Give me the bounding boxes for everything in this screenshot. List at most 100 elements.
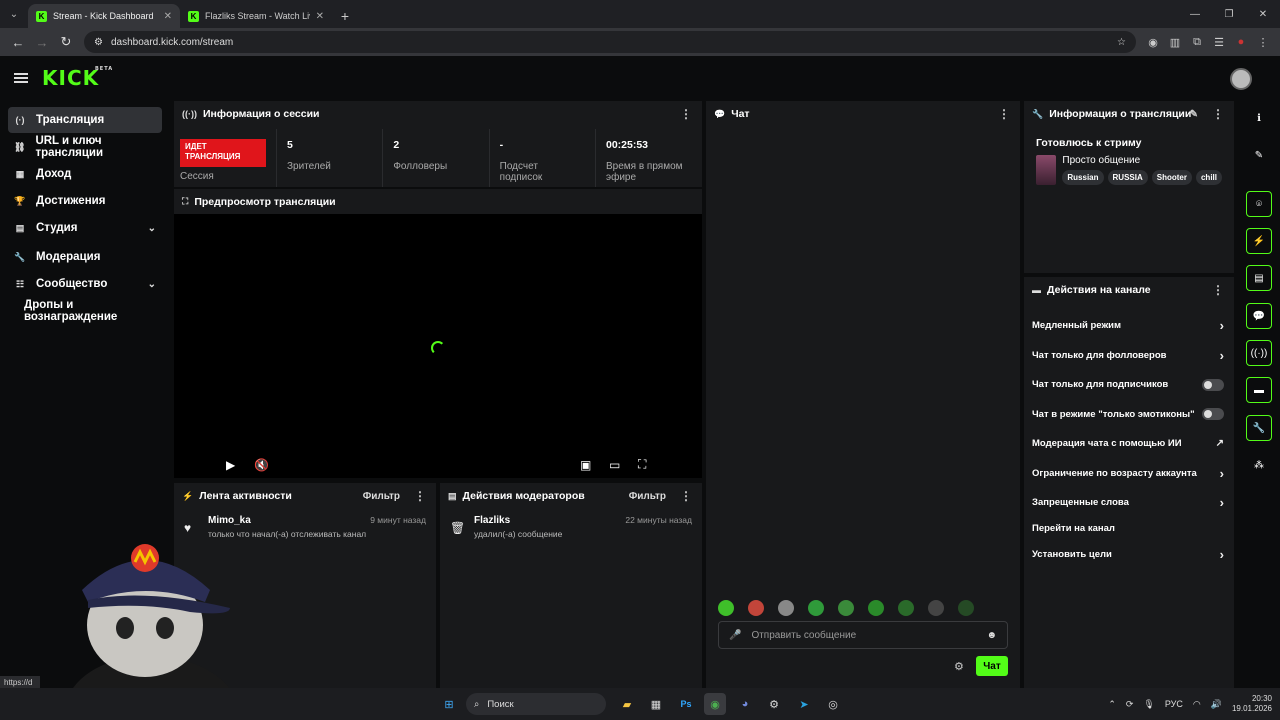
emote-icon[interactable] xyxy=(748,600,764,616)
edit-icon[interactable]: ✎ xyxy=(1246,142,1272,168)
more-options-icon[interactable]: ⋮ xyxy=(1212,283,1224,297)
filter-button[interactable]: Фильтр xyxy=(363,491,400,502)
emote-icon[interactable] xyxy=(808,600,824,616)
microphone-icon[interactable]: 🎙 xyxy=(1143,699,1154,710)
bolt-icon[interactable]: ⚡ xyxy=(1246,228,1272,254)
broadcast-icon[interactable]: ((·)) xyxy=(1246,340,1272,366)
wifi-icon[interactable]: ◠ xyxy=(1193,699,1201,710)
sidebar-item-stream[interactable]: (·) Трансляция xyxy=(8,107,162,133)
file-explorer-icon[interactable]: ▰ xyxy=(616,693,638,715)
more-options-icon[interactable]: ⋮ xyxy=(680,107,692,121)
chrome-icon[interactable]: ◉ xyxy=(704,693,726,715)
close-tab-icon[interactable]: ✕ xyxy=(164,11,172,22)
add-widget-icon[interactable]: ⁂ xyxy=(1246,452,1272,478)
volume-icon[interactable]: 🔊 xyxy=(1211,699,1222,710)
photoshop-icon[interactable]: Ps xyxy=(675,693,697,715)
fullscreen-icon[interactable]: ⛶ xyxy=(638,457,646,472)
sidebar-item-community[interactable]: ☷ Сообщество ⌄ xyxy=(8,271,162,297)
extension-icon[interactable]: ▥ xyxy=(1164,31,1186,53)
maximize-icon[interactable]: ❐ xyxy=(1212,0,1246,28)
sidebar-item-achievements[interactable]: 🏆 Достижения xyxy=(8,188,162,214)
emote-icon[interactable] xyxy=(718,600,734,616)
emoji-icon[interactable]: ☻ xyxy=(986,630,997,641)
chat-icon[interactable]: 💬 xyxy=(1246,303,1272,329)
pip-icon[interactable]: ▣ xyxy=(580,458,591,472)
mute-icon[interactable]: 🔇 xyxy=(254,458,269,472)
action-ai-moderation[interactable]: Модерация чата с помощью ИИ ↗ xyxy=(1024,429,1234,459)
more-options-icon[interactable]: ⋮ xyxy=(680,489,692,503)
user-avatar[interactable] xyxy=(1230,68,1252,90)
close-tab-icon[interactable]: ✕ xyxy=(316,11,324,22)
browser-tab-stream[interactable]: K Flazliks Stream - Watch Live on ✕ xyxy=(180,4,332,28)
new-tab-button[interactable]: + xyxy=(332,4,358,28)
address-bar[interactable]: ⚙ dashboard.kick.com/stream ☆ xyxy=(84,31,1136,53)
windows-start-icon[interactable]: ⊞ xyxy=(438,693,460,715)
edit-icon[interactable]: ✎ xyxy=(1190,109,1198,120)
emote-icon[interactable] xyxy=(928,600,944,616)
kick-logo[interactable]: KICK BETA xyxy=(42,66,112,90)
discord-icon[interactable]: ◕ xyxy=(734,693,756,715)
sidebar-item-revenue[interactable]: ▦ Доход xyxy=(8,161,162,187)
bookmark-star-icon[interactable]: ☆ xyxy=(1117,37,1126,48)
chat-settings-icon[interactable]: ⚙ xyxy=(954,660,964,673)
extension-icon[interactable]: ◉ xyxy=(1142,31,1164,53)
emote-icon[interactable] xyxy=(778,600,794,616)
taskbar-search[interactable]: ⌕ Поиск xyxy=(466,693,606,715)
tab-search-button[interactable]: ⌄ xyxy=(0,0,28,28)
extensions-puzzle-icon[interactable]: ⧉ xyxy=(1186,31,1208,53)
info-icon[interactable]: ℹ xyxy=(1246,105,1272,131)
mic-icon[interactable]: 🎤 xyxy=(729,630,741,641)
steam-icon[interactable]: ⚙ xyxy=(763,693,785,715)
action-go-to-channel[interactable]: Перейти на канал xyxy=(1024,518,1234,540)
sidebar-item-studio[interactable]: ▤ Студия ⌄ xyxy=(8,215,162,241)
reload-icon[interactable]: ↻ xyxy=(54,30,78,54)
action-set-goals[interactable]: Установить цели › xyxy=(1024,540,1234,570)
forward-icon[interactable]: → xyxy=(30,30,54,54)
tag[interactable]: RUSSIA xyxy=(1107,170,1148,185)
stream-preview-player[interactable]: ▶ 🔇 ▣ ▭ ⛶ xyxy=(174,214,702,478)
theater-icon[interactable]: ▭ xyxy=(609,458,620,472)
tag[interactable]: Russian xyxy=(1062,170,1104,185)
play-icon[interactable]: ▶ xyxy=(226,458,235,472)
network-icon[interactable]: ⟳ xyxy=(1126,699,1134,710)
document-icon[interactable]: ▤ xyxy=(1246,265,1272,291)
filter-button[interactable]: Фильтр xyxy=(629,491,666,502)
tag[interactable]: chill xyxy=(1195,170,1222,185)
sidebar-item-url-key[interactable]: ⛓ URL и ключ трансляции xyxy=(8,134,162,160)
tray-chevron-icon[interactable]: ⌃ xyxy=(1108,699,1116,710)
scene-icon[interactable]: ⌾ xyxy=(1246,191,1272,217)
wrench-icon[interactable]: 🔧 xyxy=(1246,415,1272,441)
chrome-menu-icon[interactable]: ⋮ xyxy=(1252,31,1274,53)
back-icon[interactable]: ← xyxy=(6,30,30,54)
action-banned-words[interactable]: Запрещенные слова › xyxy=(1024,488,1234,518)
clock[interactable]: 20:30 19.01.2026 xyxy=(1232,694,1272,715)
action-slow-mode[interactable]: Медленный режим › xyxy=(1024,311,1234,341)
obs-icon[interactable]: ◎ xyxy=(822,693,844,715)
emote-icon[interactable] xyxy=(868,600,884,616)
sidebar-item-drops[interactable]: Дропы и вознаграждение xyxy=(8,298,162,324)
site-info-icon[interactable]: ⚙ xyxy=(94,37,103,48)
more-options-icon[interactable]: ⋮ xyxy=(998,107,1010,121)
emote-icon[interactable] xyxy=(898,600,914,616)
browser-tab-dashboard[interactable]: K Stream - Kick Dashboard ✕ xyxy=(28,4,180,28)
emote-icon[interactable] xyxy=(838,600,854,616)
sidebar-item-moderation[interactable]: 🔧 Модерация xyxy=(8,244,162,270)
telegram-icon[interactable]: ➤ xyxy=(793,693,815,715)
emote-icon[interactable] xyxy=(958,600,974,616)
more-options-icon[interactable]: ⋮ xyxy=(1212,107,1224,121)
chat-message-input[interactable]: 🎤 Отправить сообщение ☻ xyxy=(718,621,1008,649)
emotes-only-toggle[interactable] xyxy=(1202,408,1224,421)
action-account-age[interactable]: Ограничение по возрасту аккаунта › xyxy=(1024,459,1234,489)
subscribers-only-toggle[interactable] xyxy=(1202,378,1224,391)
channel-icon[interactable]: ▬ xyxy=(1246,377,1272,403)
profile-icon[interactable]: ● xyxy=(1230,31,1252,53)
more-options-icon[interactable]: ⋮ xyxy=(414,489,426,503)
close-window-icon[interactable]: ✕ xyxy=(1246,0,1280,28)
store-icon[interactable]: ▦ xyxy=(645,693,667,715)
chat-send-button[interactable]: Чат xyxy=(976,656,1008,676)
tag[interactable]: Shooter xyxy=(1151,170,1192,185)
minimize-icon[interactable]: — xyxy=(1178,0,1212,28)
language-indicator[interactable]: РУС xyxy=(1165,699,1183,709)
action-followers-only[interactable]: Чат только для фолловеров › xyxy=(1024,341,1234,371)
menu-icon[interactable] xyxy=(14,73,28,83)
